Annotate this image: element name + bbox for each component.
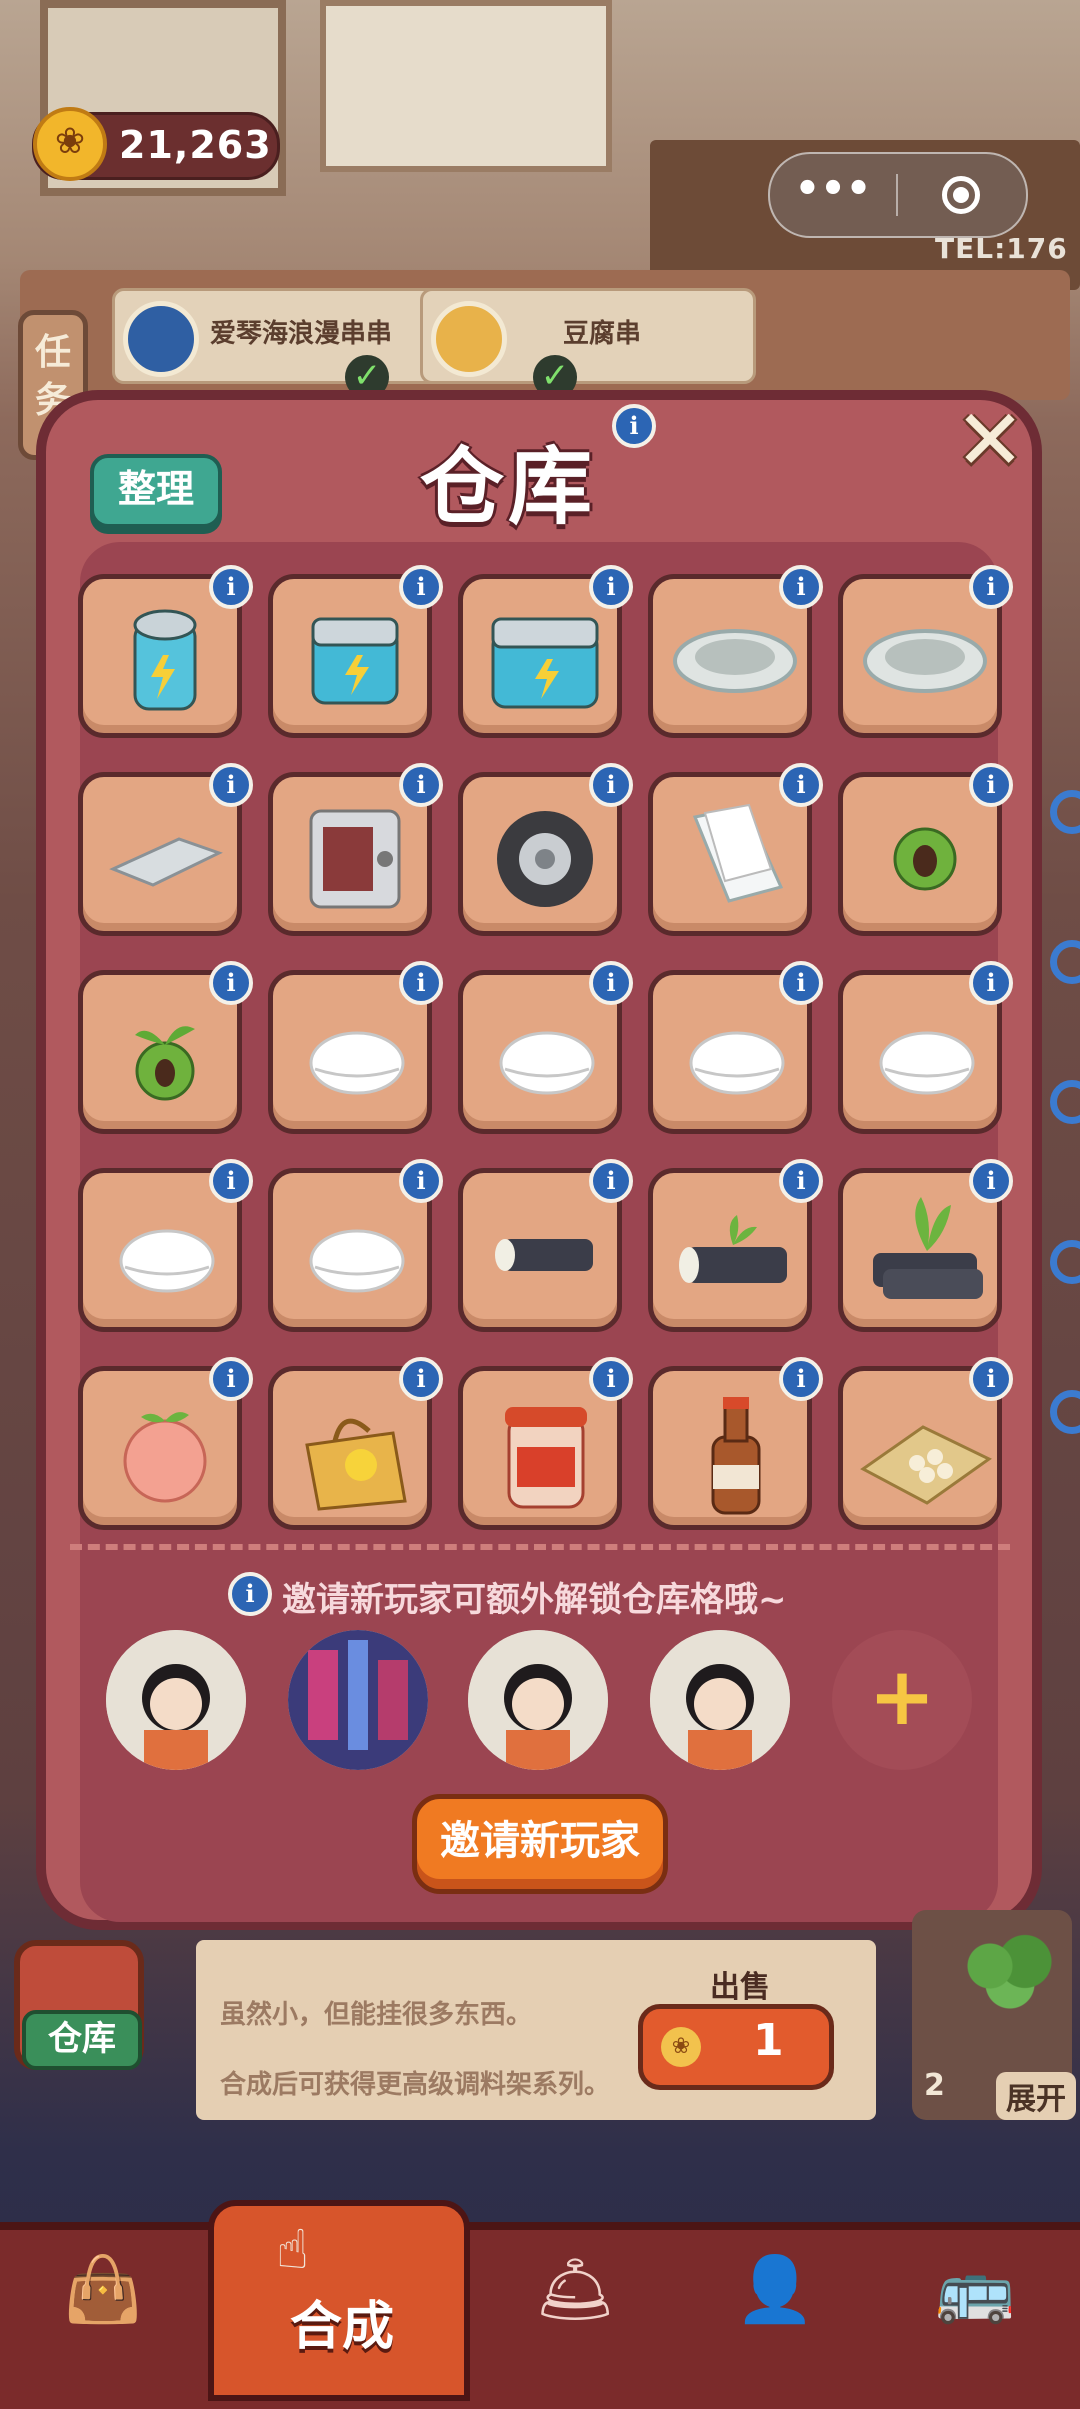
order-name: 爱琴海浪漫串串: [210, 319, 393, 349]
order-dish-icon: [431, 301, 507, 377]
expand-count: 2: [924, 2068, 945, 2103]
item-description: 虽然小，但能挂很多东西。: [220, 2000, 533, 2030]
background-window: [320, 0, 612, 172]
paw-currency-counter: ❀ 21,263: [32, 107, 280, 181]
warehouse-title: 仓库: [420, 438, 597, 536]
warehouse-shortcut-label[interactable]: 仓库: [22, 2010, 142, 2070]
item-info-icon[interactable]: i: [589, 961, 633, 1005]
sell-button[interactable]: ❀ 1: [638, 2004, 834, 2090]
invited-player-avatar[interactable]: [106, 1630, 246, 1770]
inventory-slot[interactable]: i: [268, 961, 443, 1134]
item-info-icon[interactable]: i: [969, 1357, 1013, 1401]
paw-currency-value: 21,263: [119, 123, 272, 167]
divider: [70, 1544, 1010, 1550]
bus-icon: 🚌: [935, 2253, 1015, 2327]
cloche-icon: 🛎: [534, 2253, 616, 2327]
item-info-icon[interactable]: i: [209, 763, 253, 807]
item-info-icon[interactable]: i: [589, 1357, 633, 1401]
inventory-slot[interactable]: i: [458, 565, 633, 738]
item-info-icon[interactable]: i: [779, 1357, 823, 1401]
item-info-icon[interactable]: i: [969, 961, 1013, 1005]
item-info-icon[interactable]: i: [969, 1159, 1013, 1203]
inventory-slot[interactable]: i: [78, 763, 253, 936]
invite-info-icon[interactable]: i: [228, 1572, 272, 1616]
item-info-icon[interactable]: i: [589, 565, 633, 609]
nav-shop[interactable]: 👜: [28, 2250, 178, 2380]
order-card[interactable]: 豆腐串 ✓: [420, 288, 756, 399]
item-info-icon[interactable]: i: [209, 961, 253, 1005]
broccoli-icon: [960, 1930, 1060, 2020]
expand-button[interactable]: 展开: [996, 2072, 1076, 2120]
nav-travel[interactable]: 🚌: [900, 2250, 1050, 2380]
inventory-slot[interactable]: i: [458, 1159, 633, 1332]
inventory-slot[interactable]: i: [838, 565, 1013, 738]
shopping-bag-icon: 👜: [63, 2253, 143, 2327]
item-info-icon[interactable]: i: [969, 763, 1013, 807]
item-info-icon[interactable]: i: [399, 961, 443, 1005]
item-info-icon[interactable]: i: [589, 1159, 633, 1203]
inventory-slot[interactable]: i: [268, 1159, 443, 1332]
item-info-icon[interactable]: i: [589, 763, 633, 807]
invited-player-avatar[interactable]: [468, 1630, 608, 1770]
inventory-slot[interactable]: i: [648, 763, 823, 936]
item-info-icon[interactable]: i: [399, 763, 443, 807]
close-miniprogram-button[interactable]: [898, 154, 1026, 236]
inventory-slot[interactable]: i: [838, 1159, 1013, 1332]
item-info-icon[interactable]: i: [779, 763, 823, 807]
item-info-icon[interactable]: i: [209, 1159, 253, 1203]
inventory-slot[interactable]: i: [458, 961, 633, 1134]
invited-player-avatar[interactable]: [650, 1630, 790, 1770]
order-dish-icon: [123, 301, 199, 377]
order-card[interactable]: 爱琴海浪漫串串 ✓: [112, 288, 448, 399]
nav-staff[interactable]: 👤: [700, 2250, 850, 2380]
inventory-slot[interactable]: i: [648, 961, 823, 1134]
inventory-slot[interactable]: i: [648, 1159, 823, 1332]
item-info-icon[interactable]: i: [209, 1357, 253, 1401]
item-info-icon[interactable]: i: [969, 565, 1013, 609]
close-button[interactable]: ✕: [948, 398, 1032, 482]
inventory-slot[interactable]: i: [78, 565, 253, 738]
item-info-icon[interactable]: i: [779, 1159, 823, 1203]
chef-icon: 👤: [735, 2253, 815, 2327]
inventory-slot[interactable]: i: [78, 961, 253, 1134]
inventory-slot[interactable]: i: [268, 565, 443, 738]
miniprogram-capsule: •••: [768, 152, 1028, 238]
inventory-slot[interactable]: i: [78, 1159, 253, 1332]
item-description: 合成后可获得更高级调料架系列。: [220, 2070, 611, 2100]
merge-icon: ☝: [276, 2218, 309, 2281]
invite-new-player-button[interactable]: 邀请新玩家: [412, 1794, 668, 1894]
inventory-slot[interactable]: i: [78, 1357, 253, 1530]
item-info-icon[interactable]: i: [779, 565, 823, 609]
inventory-slot[interactable]: i: [838, 763, 1013, 936]
invited-player-avatar[interactable]: [288, 1630, 428, 1770]
paw-icon: ❀: [33, 107, 107, 181]
more-menu-button[interactable]: •••: [770, 154, 896, 236]
item-info-icon[interactable]: i: [779, 961, 823, 1005]
target-icon-center: [953, 187, 969, 203]
sell-price: 1: [753, 2015, 784, 2066]
nav-merge-label: 合成: [290, 2297, 395, 2357]
inventory-slot[interactable]: i: [838, 961, 1013, 1134]
inventory-slot[interactable]: i: [268, 1357, 443, 1530]
inventory-slot[interactable]: i: [648, 1357, 823, 1530]
paw-coin-icon: ❀: [661, 2027, 701, 2067]
item-info-icon[interactable]: i: [399, 1357, 443, 1401]
inventory-slot[interactable]: i: [268, 763, 443, 936]
item-info-icon[interactable]: i: [399, 1159, 443, 1203]
inventory-slot[interactable]: i: [648, 565, 823, 738]
item-info-icon[interactable]: i: [399, 565, 443, 609]
inventory-slot[interactable]: i: [838, 1357, 1013, 1530]
add-invite-button[interactable]: +: [832, 1630, 972, 1770]
invite-hint: 邀请新玩家可额外解锁仓库格哦~: [282, 1580, 787, 1620]
sell-label: 出售: [710, 1970, 770, 2005]
order-name: 豆腐串: [563, 319, 642, 349]
warehouse-info-icon[interactable]: i: [612, 404, 656, 448]
item-info-icon[interactable]: i: [209, 565, 253, 609]
sort-button[interactable]: 整理: [90, 454, 222, 528]
inventory-slot[interactable]: i: [458, 763, 633, 936]
nav-kitchen[interactable]: 🛎: [500, 2250, 650, 2380]
inventory-slot[interactable]: i: [458, 1357, 633, 1530]
